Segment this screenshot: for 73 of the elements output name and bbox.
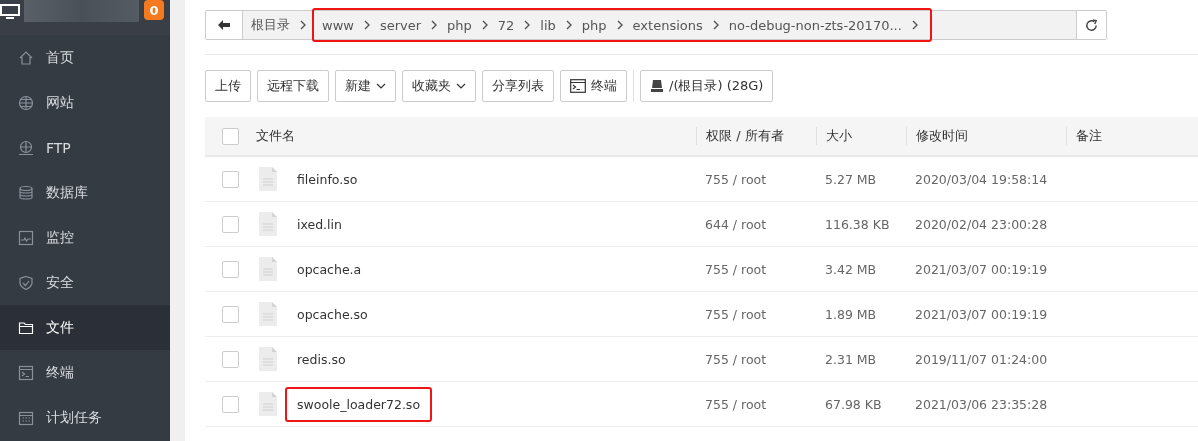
globe-icon xyxy=(18,94,34,111)
toolbar-button[interactable]: 收藏夹 xyxy=(402,70,476,102)
folder-icon xyxy=(18,319,34,336)
file-name[interactable]: opcache.a xyxy=(285,251,429,287)
file-name[interactable]: swoole_loader72.so xyxy=(285,386,433,422)
file-icon xyxy=(259,347,277,371)
table-cell: 755 / root xyxy=(705,171,767,187)
toolbar-button[interactable]: 远程下载 xyxy=(257,70,329,102)
disk-icon xyxy=(650,79,664,93)
sidebar-item[interactable]: FTP xyxy=(0,125,170,170)
table-cell: 2021/03/06 23:35:28 xyxy=(915,396,1048,412)
column-header[interactable]: 修改时间 xyxy=(916,128,968,143)
table-cell: 5.27 MB xyxy=(825,171,877,187)
file-icon xyxy=(259,167,277,191)
file-icon xyxy=(259,212,277,236)
table-cell: 2021/03/07 00:19:19 xyxy=(915,306,1048,322)
table-cell: 2020/03/04 19:58:14 xyxy=(915,171,1048,187)
file-name[interactable]: ixed.lin xyxy=(285,206,429,242)
toolbar-button[interactable]: 上传 xyxy=(205,70,251,102)
column-header[interactable]: 备注 xyxy=(1076,128,1102,143)
terminal-icon xyxy=(18,364,34,381)
row-checkbox[interactable] xyxy=(222,395,239,413)
monitor-icon xyxy=(0,4,20,20)
sidebar-item[interactable]: 数据库 xyxy=(0,170,170,215)
file-name[interactable]: fileinfo.so xyxy=(285,161,429,197)
table-cell: 67.98 KB xyxy=(825,396,882,412)
file-name[interactable]: opcache.so xyxy=(285,296,429,332)
column-header[interactable]: 大小 xyxy=(826,128,852,143)
shield-icon xyxy=(18,274,34,291)
toolbar-button[interactable]: 分享列表 xyxy=(482,70,554,102)
table-cell: 116.38 KB xyxy=(825,216,890,232)
caret-icon xyxy=(456,83,466,89)
sidebar-item[interactable]: 监控 xyxy=(0,215,170,260)
row-checkbox[interactable] xyxy=(222,305,239,323)
sidebar-item[interactable]: 安全 xyxy=(0,260,170,305)
table-cell: 755 / root xyxy=(705,261,767,277)
table-cell: 755 / root xyxy=(705,306,767,322)
table-cell: 1.89 MB xyxy=(825,306,877,322)
file-name[interactable]: redis.so xyxy=(285,341,429,377)
table-cell: 2021/03/07 00:19:19 xyxy=(915,261,1048,277)
caret-icon xyxy=(376,83,386,89)
home-icon xyxy=(18,49,34,66)
row-checkbox[interactable] xyxy=(222,350,239,368)
column-header[interactable]: 文件名 xyxy=(256,128,295,143)
file-icon xyxy=(259,257,277,281)
sidebar-item[interactable]: 首页 xyxy=(0,35,170,80)
file-icon xyxy=(259,302,277,326)
row-checkbox[interactable] xyxy=(222,260,239,278)
monitor-icon xyxy=(18,229,34,246)
table-cell: 2020/02/04 23:00:28 xyxy=(915,216,1048,232)
table-cell: 755 / root xyxy=(705,351,767,367)
toolbar-button[interactable]: 新建 xyxy=(335,70,396,102)
select-all-checkbox[interactable] xyxy=(222,127,239,145)
file-icon xyxy=(259,392,277,416)
table-cell: 3.42 MB xyxy=(825,261,877,277)
database-icon xyxy=(18,184,34,201)
table-cell: 644 / root xyxy=(705,216,767,232)
table-cell: 2019/11/07 01:24:00 xyxy=(915,351,1048,367)
sidebar-item[interactable]: 文件 xyxy=(0,305,170,350)
table-cell: 755 / root xyxy=(705,396,767,412)
sidebar-item[interactable]: 计划任务 xyxy=(0,395,170,440)
row-checkbox[interactable] xyxy=(222,170,239,188)
row-checkbox[interactable] xyxy=(222,215,239,233)
table-cell: 2.31 MB xyxy=(825,351,877,367)
column-header[interactable]: 权限 / 所有者 xyxy=(706,128,784,143)
terminal-icon xyxy=(570,79,586,93)
sidebar-item[interactable]: 终端 xyxy=(0,350,170,395)
toolbar-button[interactable]: 终端 xyxy=(560,70,627,102)
ftp-icon xyxy=(18,139,34,156)
calendar-icon xyxy=(18,409,34,426)
sidebar-item[interactable]: 网站 xyxy=(0,80,170,125)
notification-badge: 0 xyxy=(144,0,164,20)
toolbar-button[interactable]: /(根目录) (28G) xyxy=(640,70,774,102)
